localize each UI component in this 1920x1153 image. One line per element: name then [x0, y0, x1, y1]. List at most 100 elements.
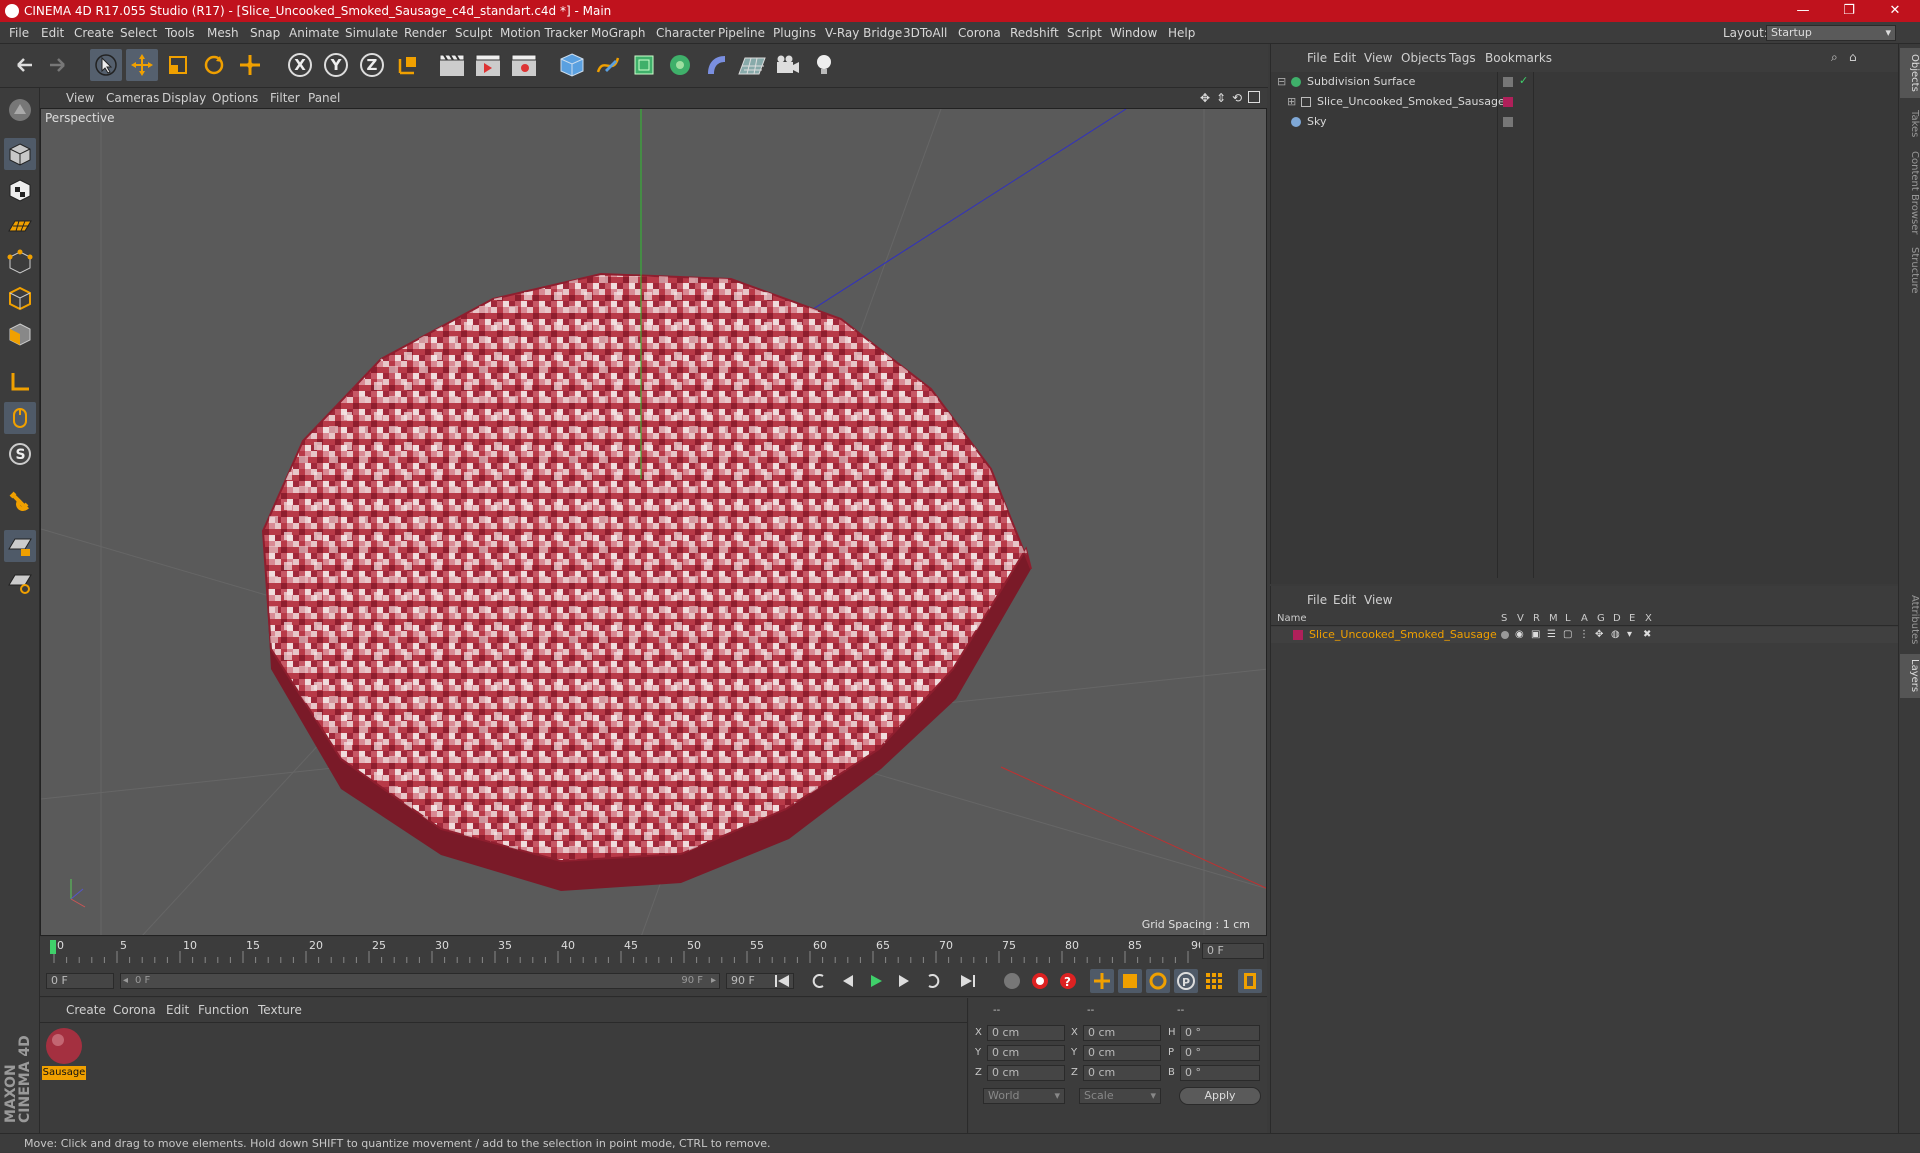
go-to-end-button[interactable]	[956, 969, 980, 993]
scale-tool-button[interactable]	[162, 49, 194, 81]
next-frame-button[interactable]	[892, 969, 916, 993]
home-icon[interactable]: ⌂	[1849, 50, 1857, 64]
size-mode-select[interactable]: Scale ▾	[1079, 1088, 1161, 1104]
deformer-icon[interactable]: ◍	[1611, 629, 1620, 640]
live-selection-button[interactable]	[90, 49, 122, 81]
menu-window[interactable]: Window	[1110, 22, 1157, 44]
polygons-mode-button[interactable]	[4, 318, 36, 350]
menu-plugins[interactable]: Plugins	[773, 22, 816, 44]
layers-menu-view[interactable]: View	[1364, 590, 1392, 610]
search-icon[interactable]: ⌕	[1831, 50, 1838, 65]
viewport-menu-options[interactable]: Options	[212, 88, 258, 108]
mograph-cloner-button[interactable]	[664, 49, 696, 81]
y-axis-button[interactable]: Y	[320, 49, 352, 81]
record-keys-button[interactable]	[1000, 969, 1024, 993]
viewport-menu-panel[interactable]: Panel	[308, 88, 340, 108]
viewport-menu-cameras[interactable]: Cameras	[106, 88, 159, 108]
position-x-field[interactable]: 0 cm	[987, 1025, 1065, 1041]
menu-select[interactable]: Select	[120, 22, 157, 44]
objects-menu-view[interactable]: View	[1364, 48, 1392, 68]
menu-help[interactable]: Help	[1168, 22, 1195, 44]
column-m[interactable]: M	[1549, 612, 1558, 626]
menu-snap[interactable]: Snap	[250, 22, 280, 44]
material-menu-create[interactable]: Create	[66, 1000, 106, 1020]
material-menu-edit[interactable]: Edit	[166, 1000, 189, 1020]
lock-icon[interactable]: ▢	[1563, 629, 1572, 640]
floor-object-button[interactable]	[736, 49, 768, 81]
menu-pipeline[interactable]: Pipeline	[718, 22, 765, 44]
material-menu-corona[interactable]: Corona	[113, 1000, 156, 1020]
tab-content-browser[interactable]: Content Browser	[1900, 148, 1920, 238]
size-z-field[interactable]: 0 cm	[1083, 1065, 1161, 1081]
viewport-menu-view[interactable]: View	[66, 88, 94, 108]
timeline-window-button[interactable]	[1238, 969, 1262, 993]
camera-object-button[interactable]	[772, 49, 804, 81]
current-frame-field[interactable]: 0 F	[1202, 943, 1264, 959]
menu-mesh[interactable]: Mesh	[207, 22, 239, 44]
restore-button[interactable]: ❐	[1826, 0, 1872, 22]
generator-icon[interactable]: ✥	[1595, 629, 1603, 640]
menu-edit[interactable]: Edit	[41, 22, 64, 44]
animation-icon[interactable]: ⋮	[1579, 629, 1589, 640]
tab-layers[interactable]: Layers	[1900, 654, 1920, 698]
rotate-tool-button[interactable]	[198, 49, 230, 81]
frame-range-slider[interactable]: ◂ 0 F 90 F ▸	[120, 973, 720, 989]
subdivision-surface-button[interactable]	[628, 49, 660, 81]
coordinate-system-button[interactable]	[392, 49, 424, 81]
coordinate-space-select[interactable]: World ▾	[983, 1088, 1065, 1104]
objects-menu-objects[interactable]: Objects	[1401, 48, 1446, 68]
menu-mograph[interactable]: MoGraph	[591, 22, 646, 44]
redo-button[interactable]	[42, 49, 74, 81]
menu-corona[interactable]: Corona	[958, 22, 1001, 44]
object-row-subdivision[interactable]: ⊟ Subdivision Surface	[1271, 72, 1496, 92]
collapse-icon[interactable]: ⊟	[1277, 72, 1286, 92]
menu-3dtoall[interactable]: 3DToAll	[903, 22, 947, 44]
menu-tools[interactable]: Tools	[165, 22, 195, 44]
axis-mode-button[interactable]	[4, 366, 36, 398]
column-x[interactable]: X	[1645, 612, 1652, 626]
menu-simulate[interactable]: Simulate	[345, 22, 398, 44]
size-y-field[interactable]: 0 cm	[1083, 1045, 1161, 1061]
next-key-button[interactable]	[920, 969, 944, 993]
texture-mode-button[interactable]	[4, 174, 36, 206]
tab-objects[interactable]: Objects	[1900, 48, 1920, 98]
edit-render-settings-button[interactable]	[508, 49, 540, 81]
viewport-menu-filter[interactable]: Filter	[270, 88, 300, 108]
previous-frame-button[interactable]	[836, 969, 860, 993]
column-d[interactable]: D	[1613, 612, 1621, 626]
object-row-sausage[interactable]: ⊞ Slice_Uncooked_Smoked_Sausage	[1271, 92, 1505, 112]
menu-file[interactable]: File	[9, 22, 29, 44]
column-r[interactable]: R	[1533, 612, 1540, 626]
solo-dot-icon[interactable]	[1501, 631, 1509, 639]
transform-tool-button[interactable]	[234, 49, 266, 81]
menu-sculpt[interactable]: Sculpt	[455, 22, 492, 44]
layers-menu-edit[interactable]: Edit	[1333, 590, 1356, 610]
key-position-button[interactable]	[1090, 969, 1114, 993]
x-axis-button[interactable]: X	[284, 49, 316, 81]
solo-button[interactable]: S	[4, 438, 36, 470]
tweak-mode-button[interactable]	[4, 402, 36, 434]
layer-color-icon[interactable]	[1503, 97, 1513, 107]
rotation-b-field[interactable]: 0 °	[1180, 1065, 1260, 1081]
layers-menu-file[interactable]: File	[1307, 590, 1327, 610]
column-a[interactable]: A	[1581, 612, 1588, 626]
position-y-field[interactable]: 0 cm	[987, 1045, 1065, 1061]
render-view-button[interactable]	[436, 49, 468, 81]
key-pla-button[interactable]	[1202, 969, 1226, 993]
objects-menu-file[interactable]: File	[1307, 48, 1327, 68]
objects-menu-edit[interactable]: Edit	[1333, 48, 1356, 68]
rotation-p-field[interactable]: 0 °	[1180, 1045, 1260, 1061]
timeline-playhead[interactable]	[50, 940, 56, 954]
layer-tag-icon[interactable]	[1503, 77, 1513, 87]
key-rotation-button[interactable]	[1146, 969, 1170, 993]
menu-create[interactable]: Create	[74, 22, 114, 44]
column-e[interactable]: E	[1629, 612, 1635, 626]
tab-attributes[interactable]: Attributes	[1900, 590, 1920, 650]
key-scale-button[interactable]	[1118, 969, 1142, 993]
workplane-mode-button[interactable]	[4, 210, 36, 242]
size-x-field[interactable]: 0 cm	[1083, 1025, 1161, 1041]
layer-row[interactable]: Slice_Uncooked_Smoked_Sausage ◉ ▣ ☰ ▢ ⋮ …	[1271, 627, 1899, 643]
viewport-menu-display[interactable]: Display	[162, 88, 206, 108]
column-g[interactable]: G	[1597, 612, 1605, 626]
layer-color-swatch[interactable]	[1293, 630, 1303, 640]
